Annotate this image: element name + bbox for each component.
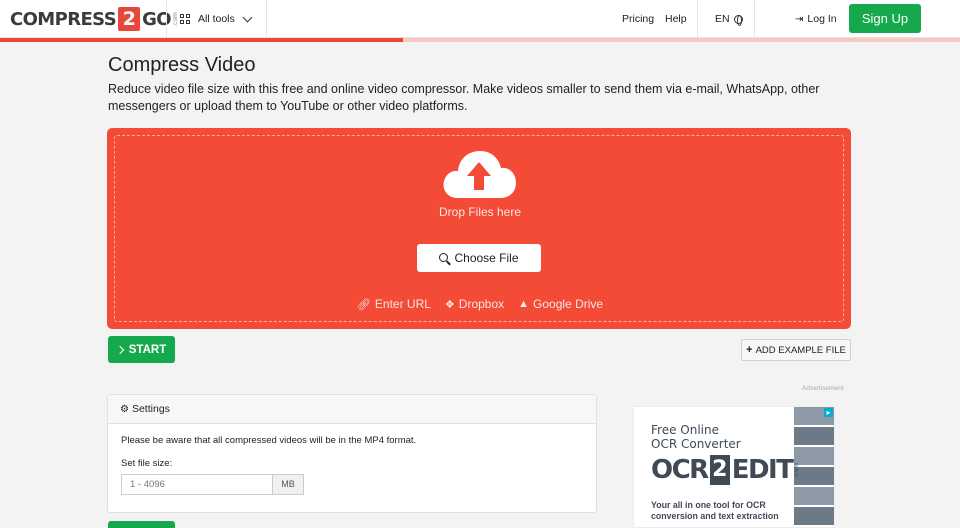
ad-subtitle: Your all in one tool for OCR conversion a…: [651, 500, 779, 521]
dropbox-link[interactable]: ❖ Dropbox: [445, 297, 504, 311]
advertisement-banner[interactable]: Free Online OCR Converter OCR 2 EDIT .com Yo…: [633, 406, 835, 528]
start-button[interactable]: START: [108, 336, 175, 363]
settings-note: Please be aware that all compressed vide…: [121, 435, 417, 446]
ad-logo: OCR 2 EDIT .com: [651, 455, 800, 485]
page-description: Reduce video file size with this free an…: [108, 82, 820, 113]
google-drive-link[interactable]: ▲ Google Drive: [518, 297, 603, 311]
ad-logo-left: OCR: [651, 455, 709, 485]
ad-info-icon[interactable]: ▸: [824, 408, 833, 417]
chevron-right-icon: [115, 345, 124, 354]
ad-logo-two: 2: [709, 455, 730, 485]
header-divider: [754, 0, 755, 38]
login-icon: ⇥: [795, 13, 804, 25]
ad-logo-right: EDIT: [731, 455, 794, 485]
top-header: COMPRESS 2 GO .com All tools Pricing Help E…: [0, 0, 960, 38]
search-icon: [439, 252, 449, 262]
link-icon: 🔗︎: [356, 298, 371, 311]
language-label: EN: [715, 13, 730, 25]
login-label: Log In: [807, 13, 837, 25]
chevron-down-icon: [242, 12, 253, 22]
choose-file-label: Choose File: [454, 251, 519, 265]
header-divider: [697, 0, 698, 38]
grid-icon: [180, 14, 190, 24]
google-drive-label: Google Drive: [533, 297, 604, 311]
choose-file-button[interactable]: Choose File: [417, 244, 541, 272]
add-example-label: ADD EXAMPLE FILE: [755, 344, 846, 356]
progress-bar-fill: [0, 38, 404, 42]
file-size-unit: MB: [272, 474, 304, 495]
globe-icon: [733, 14, 743, 26]
plus-icon: +: [746, 344, 753, 356]
ad-title: Free Online OCR Converter: [651, 423, 741, 451]
file-size-label: Set file size:: [121, 458, 173, 469]
cogs-icon: ⚙: [120, 403, 129, 415]
settings-header: ⚙ Settings: [108, 395, 596, 424]
nav-help[interactable]: Help: [665, 0, 687, 38]
cloud-upload-icon: [443, 151, 516, 198]
login-link[interactable]: ⇥ Log In: [795, 0, 837, 38]
header-divider: [266, 0, 267, 38]
advertisement-label: Advertisement: [802, 385, 844, 392]
all-tools-label: All tools: [198, 13, 235, 25]
nav-pricing[interactable]: Pricing: [622, 0, 654, 38]
add-example-file-button[interactable]: + ADD EXAMPLE FILE: [741, 339, 851, 361]
settings-title: Settings: [131, 403, 170, 415]
page-title: Compress Video: [108, 54, 256, 76]
logo-text-left: COMPRESS: [10, 8, 117, 30]
settings-panel: ⚙ Settings Please be aware that all comp…: [107, 394, 597, 513]
file-size-input[interactable]: [121, 474, 273, 495]
enter-url-link[interactable]: 🔗︎ Enter URL: [357, 297, 431, 311]
logo-two: 2: [118, 7, 141, 31]
upload-sources: 🔗︎ Enter URL ❖ Dropbox ▲ Google Drive: [0, 297, 960, 311]
bottom-start-button[interactable]: [108, 521, 175, 528]
dropbox-label: Dropbox: [458, 297, 505, 311]
language-selector[interactable]: EN: [715, 0, 743, 38]
logo-suffix: .com: [171, 11, 179, 27]
enter-url-label: Enter URL: [374, 297, 431, 311]
signup-button[interactable]: Sign Up: [849, 4, 921, 33]
dropbox-icon: ❖: [444, 298, 455, 311]
drop-files-text: Drop Files here: [438, 205, 522, 219]
google-drive-icon: ▲: [518, 298, 530, 310]
site-logo[interactable]: COMPRESS 2 GO .com: [10, 7, 179, 31]
start-label: START: [128, 343, 167, 356]
ad-logo-suffix: .com: [793, 462, 801, 478]
header-divider: [166, 0, 167, 38]
all-tools-menu[interactable]: All tools: [180, 0, 253, 38]
progress-bar: [0, 38, 960, 42]
